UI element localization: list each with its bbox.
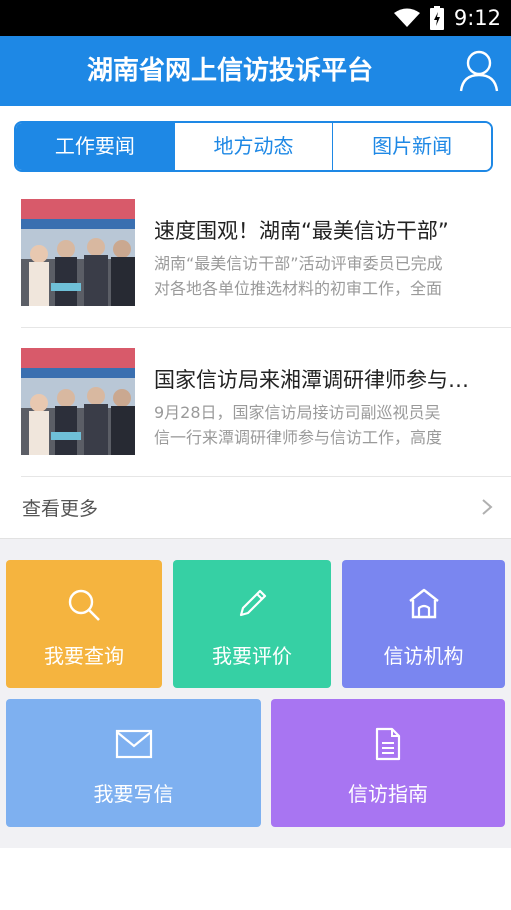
tab-work-news[interactable]: 工作要闻 <box>16 123 174 170</box>
write-letter-tile[interactable]: 我要写信 <box>6 699 261 827</box>
view-more-link[interactable]: 查看更多 <box>0 478 511 536</box>
page-title: 湖南省网上信访投诉平台 <box>86 56 373 86</box>
function-grid: 我要查询 我要评价 信访机构 我要写信 信访指南 <box>0 538 511 848</box>
app-header: 湖南省网上信访投诉平台 <box>0 36 511 106</box>
tile-label: 我要写信 <box>93 782 174 806</box>
chevron-right-icon <box>482 499 493 515</box>
tile-label: 信访机构 <box>383 644 464 668</box>
tile-label: 我要评价 <box>212 644 292 668</box>
news-summary-line: 9月28日，国家信访局接访司副巡视员吴 <box>154 403 441 422</box>
news-title: 国家信访局来湘潭调研律师参与信访工作 <box>154 368 489 392</box>
agency-tile[interactable]: 信访机构 <box>342 560 505 688</box>
news-thumbnail <box>21 199 135 306</box>
battery-icon <box>429 6 444 30</box>
wifi-icon <box>393 8 420 27</box>
mail-icon <box>115 729 152 759</box>
user-profile-icon[interactable] <box>459 50 499 92</box>
tab-photo-news[interactable]: 图片新闻 <box>332 123 491 170</box>
news-summary-line: 对各地各单位推选材料的初审工作，全面 <box>154 279 443 298</box>
news-summary-line: 信一行来潭调研律师参与信访工作，高度 <box>154 428 443 447</box>
document-icon <box>375 727 401 761</box>
tile-label: 我要查询 <box>44 644 124 668</box>
search-icon <box>68 589 100 621</box>
news-summary-line: 湖南“最美信访干部”活动评审委员已完成 <box>154 254 443 273</box>
status-bar: 9:12 <box>0 0 511 36</box>
status-time: 9:12 <box>453 6 501 30</box>
tile-label: 信访指南 <box>348 782 428 806</box>
news-summary: 9月28日，国家信访局接访司副巡视员吴 信一行来潭调研律师参与信访工作，高度 <box>154 400 484 450</box>
news-title: 速度围观！湖南“最美信访干部” <box>154 219 449 243</box>
news-thumbnail <box>21 348 135 455</box>
query-tile[interactable]: 我要查询 <box>6 560 162 688</box>
tab-local-news[interactable]: 地方动态 <box>173 123 333 170</box>
news-tabs: 工作要闻 地方动态 图片新闻 <box>14 121 493 172</box>
guide-tile[interactable]: 信访指南 <box>271 699 505 827</box>
news-summary: 湖南“最美信访干部”活动评审委员已完成 对各地各单位推选材料的初审工作，全面 <box>154 251 484 301</box>
pencil-icon <box>239 589 267 617</box>
divider <box>21 476 511 477</box>
view-more-label: 查看更多 <box>22 498 99 520</box>
evaluate-tile[interactable]: 我要评价 <box>173 560 331 688</box>
house-icon <box>408 588 439 619</box>
divider <box>21 327 511 328</box>
